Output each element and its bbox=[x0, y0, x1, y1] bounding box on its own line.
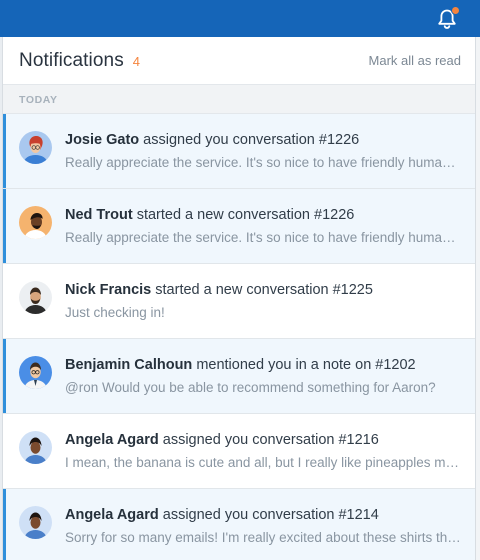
avatar bbox=[19, 206, 52, 239]
avatar bbox=[19, 131, 52, 164]
notification-action: mentioned you in a note on #1202 bbox=[192, 357, 416, 373]
panel-header: Notifications 4 Mark all as read bbox=[3, 37, 475, 85]
notification-text: Nick Francis started a new conversation … bbox=[65, 281, 463, 299]
notification-text: Angela Agard assigned you conversation #… bbox=[65, 506, 463, 524]
notification-action: assigned you conversation #1216 bbox=[158, 432, 379, 448]
notification-item[interactable]: Josie Gato assigned you conversation #12… bbox=[3, 114, 475, 189]
avatar bbox=[19, 356, 52, 389]
notification-action: started a new conversation #1225 bbox=[151, 282, 373, 298]
notification-author: Ned Trout bbox=[65, 207, 133, 223]
top-bar bbox=[0, 0, 480, 37]
notification-text: Benjamin Calhoun mentioned you in a note… bbox=[65, 356, 463, 374]
notification-item[interactable]: Nick Francis started a new conversation … bbox=[3, 264, 475, 339]
notification-author: Benjamin Calhoun bbox=[65, 357, 193, 373]
notification-author: Nick Francis bbox=[65, 282, 152, 298]
unread-indicator-dot bbox=[451, 6, 460, 15]
notification-author: Angela Agard bbox=[65, 507, 159, 523]
notification-action: assigned you conversation #1214 bbox=[158, 507, 379, 523]
notification-item[interactable]: Angela Agard assigned you conversation #… bbox=[3, 489, 475, 560]
notification-preview: I mean, the banana is cute and all, but … bbox=[65, 455, 463, 470]
unread-count-badge: 4 bbox=[132, 54, 141, 69]
notifications-bell-button[interactable] bbox=[434, 6, 460, 32]
notification-text: Angela Agard assigned you conversation #… bbox=[65, 431, 463, 449]
notification-text: Ned Trout started a new conversation #12… bbox=[65, 206, 463, 224]
notification-preview: Sorry for so many emails! I'm really exc… bbox=[65, 530, 463, 545]
notification-action: assigned you conversation #1226 bbox=[139, 132, 360, 148]
notification-preview: Really appreciate the service. It's so n… bbox=[65, 155, 463, 170]
notification-author: Angela Agard bbox=[65, 432, 159, 448]
mark-all-read-link[interactable]: Mark all as read bbox=[369, 53, 461, 68]
notification-preview: Really appreciate the service. It's so n… bbox=[65, 230, 463, 245]
notification-item[interactable]: Benjamin Calhoun mentioned you in a note… bbox=[3, 339, 475, 414]
notification-item[interactable]: Ned Trout started a new conversation #12… bbox=[3, 189, 475, 264]
notification-item[interactable]: Angela Agard assigned you conversation #… bbox=[3, 414, 475, 489]
section-label-today: TODAY bbox=[3, 85, 475, 114]
notifications-panel: Notifications 4 Mark all as read TODAY J… bbox=[2, 37, 476, 560]
notification-text: Josie Gato assigned you conversation #12… bbox=[65, 131, 463, 149]
avatar bbox=[19, 506, 52, 539]
avatar bbox=[19, 281, 52, 314]
notification-preview: @ron Would you be able to recommend some… bbox=[65, 380, 436, 395]
avatar bbox=[19, 431, 52, 464]
notification-action: started a new conversation #1226 bbox=[132, 207, 355, 223]
notification-author: Josie Gato bbox=[65, 132, 140, 148]
notification-preview: Just checking in! bbox=[65, 305, 165, 320]
panel-title: Notifications bbox=[19, 49, 124, 71]
